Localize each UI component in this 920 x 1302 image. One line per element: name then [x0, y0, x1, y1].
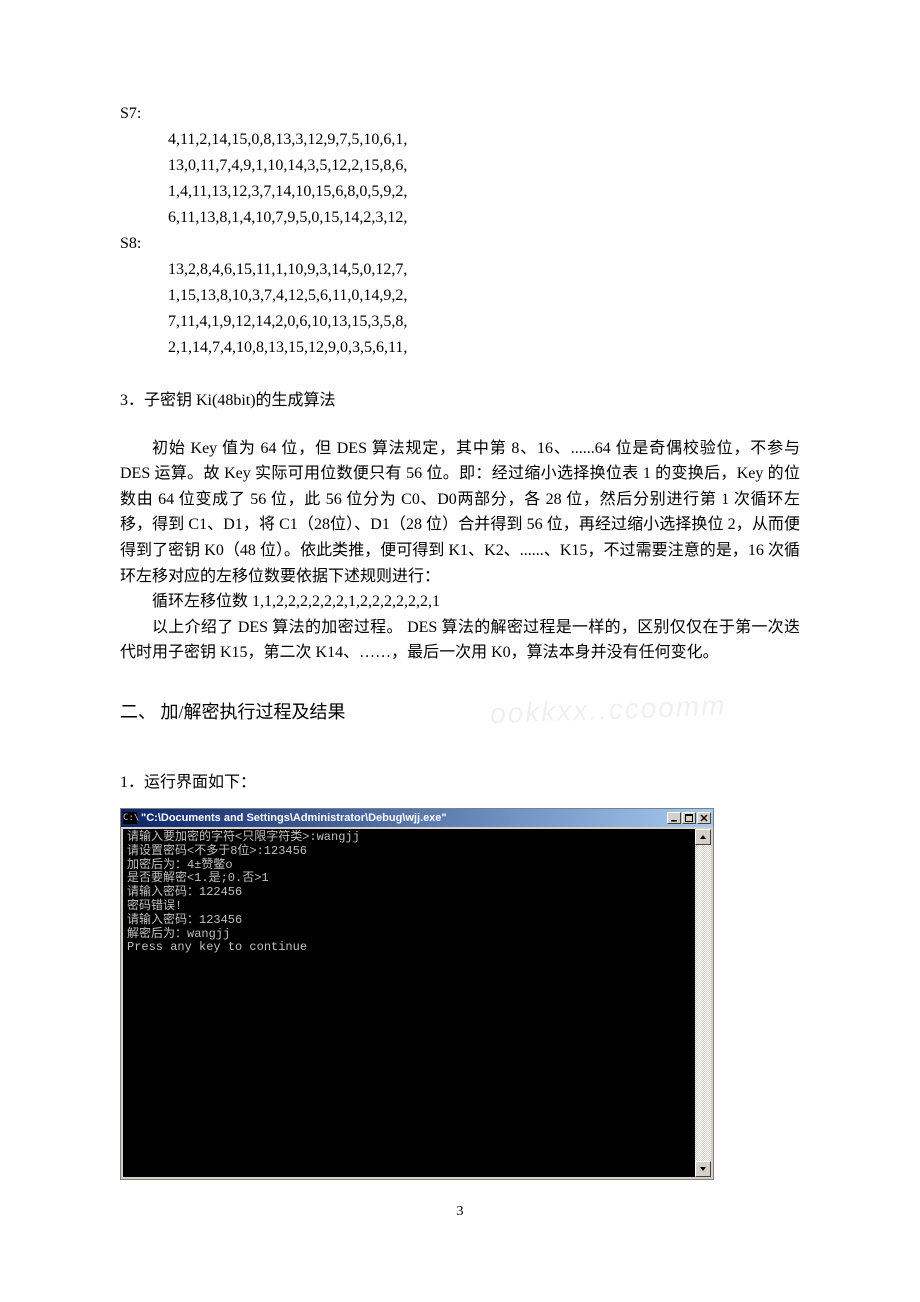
section3-heading: 3．子密钥 Ki(48bit)的生成算法	[120, 388, 800, 414]
section3-paragraph-2: 以上介绍了 DES 算法的加密过程。 DES 算法的解密过程是一样的，区别仅仅在…	[120, 615, 800, 666]
s7-row: 13,0,11,7,4,9,1,10,14,3,5,12,2,15,8,6,	[168, 154, 800, 178]
s8-row: 2,1,14,7,4,10,8,13,15,12,9,0,3,5,6,11,	[168, 336, 800, 360]
s7-row: 4,11,2,14,15,0,8,13,3,12,9,7,5,10,6,1,	[168, 128, 800, 152]
maximize-button[interactable]	[682, 812, 696, 824]
scroll-down-button[interactable]	[695, 1161, 711, 1177]
s8-row: 13,2,8,4,6,15,11,1,10,9,3,14,5,0,12,7,	[168, 258, 800, 282]
s7-label: S7:	[120, 102, 800, 126]
section2-heading: 二、 加/解密执行过程及结果	[120, 696, 800, 728]
scroll-up-button[interactable]	[695, 829, 711, 845]
minimize-button[interactable]	[667, 812, 681, 824]
section2-sub1: 1．运行界面如下：	[120, 770, 800, 796]
console-title-text: "C:\Documents and Settings\Administrator…	[141, 812, 667, 824]
s8-row: 7,11,4,1,9,12,14,2,0,6,10,13,15,3,5,8,	[168, 310, 800, 334]
page-number: 3	[120, 1204, 800, 1220]
s8-label: S8:	[120, 232, 800, 256]
s7-row: 6,11,13,8,1,4,10,7,9,5,0,15,14,2,3,12,	[168, 206, 800, 230]
scroll-track[interactable]	[695, 845, 711, 1161]
console-window: C:\ "C:\Documents and Settings\Administr…	[120, 808, 714, 1180]
console-output[interactable]: 请输入要加密的字符<只限字符类>:wangjj 请设置密码<不多于8位>:123…	[123, 829, 695, 1177]
section3-shift-line: 循环左移位数 1,1,2,2,2,2,2,2,1,2,2,2,2,2,2,1	[120, 589, 800, 615]
console-scrollbar[interactable]	[695, 829, 711, 1177]
section3-paragraph-1: 初始 Key 值为 64 位，但 DES 算法规定，其中第 8、16、.....…	[120, 436, 800, 590]
console-titlebar[interactable]: C:\ "C:\Documents and Settings\Administr…	[121, 809, 713, 827]
console-cmd-icon: C:\	[123, 812, 137, 824]
close-button[interactable]	[697, 812, 711, 824]
s8-row: 1,15,13,8,10,3,7,4,12,5,6,11,0,14,9,2,	[168, 284, 800, 308]
s7-row: 1,4,11,13,12,3,7,14,10,15,6,8,0,5,9,2,	[168, 180, 800, 204]
